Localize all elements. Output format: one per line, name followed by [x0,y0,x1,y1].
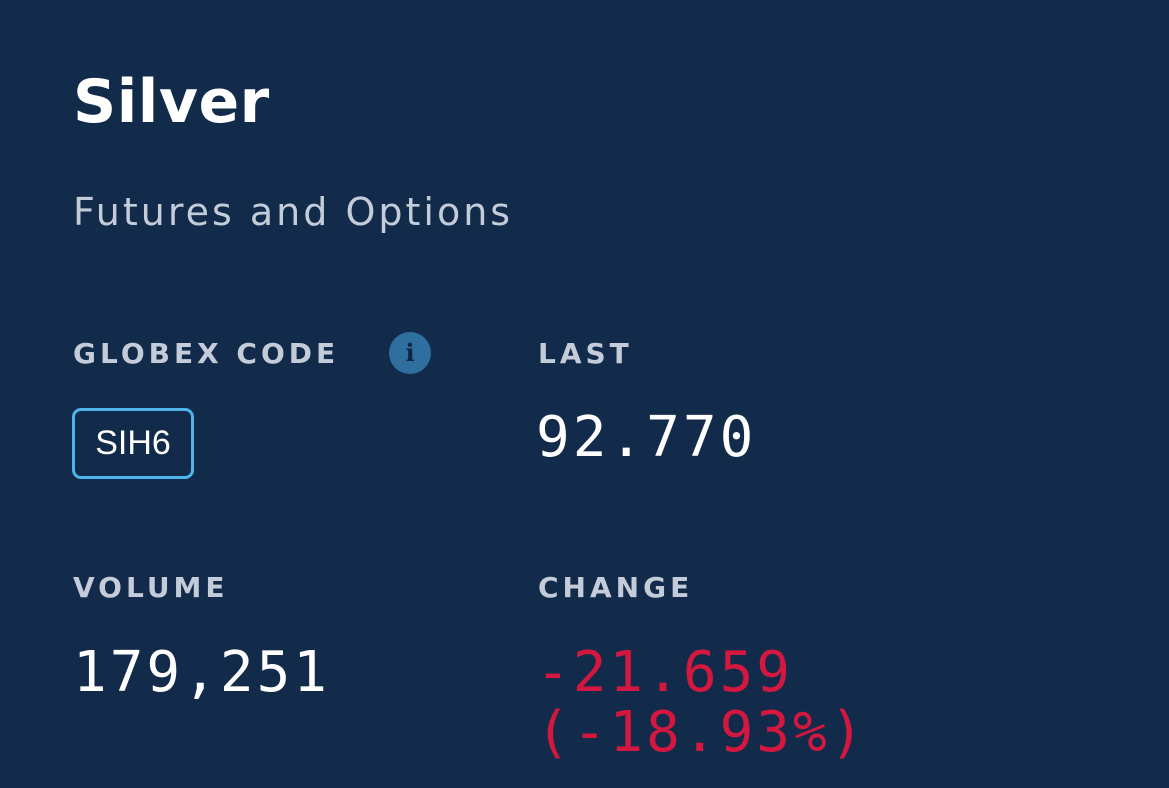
volume-label: VOLUME [73,571,229,604]
change-label: CHANGE [538,571,694,604]
instrument-title: Silver [73,67,270,137]
volume-value: 179,251 [73,640,331,705]
globex-code-label: GLOBEX CODE [73,337,340,370]
change-percent: (-18.93%) [536,700,867,765]
quote-panel: Silver Futures and Options GLOBEX CODE i… [0,0,1169,788]
last-label: LAST [538,337,633,370]
last-value: 92.770 [536,405,757,470]
instrument-subtitle: Futures and Options [73,190,514,234]
info-icon[interactable]: i [389,332,431,374]
globex-code-chip[interactable]: SIH6 [72,408,194,479]
